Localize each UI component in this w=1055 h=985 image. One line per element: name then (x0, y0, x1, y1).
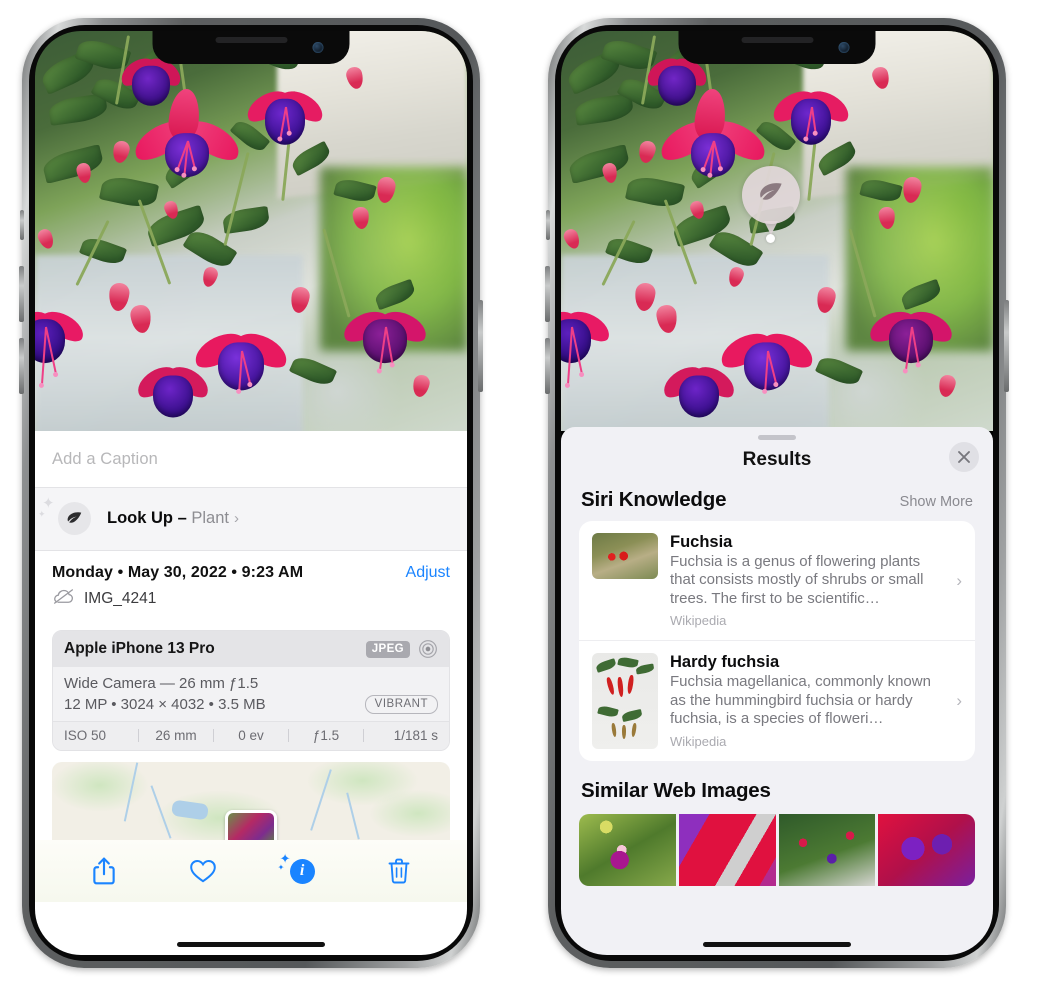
photo-viewer[interactable] (35, 31, 467, 431)
knowledge-description: Fuchsia magellanica, commonly known as t… (670, 673, 931, 728)
knowledge-title: Fuchsia (670, 533, 733, 551)
front-camera-icon-2 (838, 42, 850, 53)
leaf-icon (756, 178, 786, 213)
results-header: Results (561, 440, 993, 484)
silent-switch-2[interactable] (546, 210, 550, 240)
siri-knowledge-header: Siri Knowledge Show More (561, 484, 993, 521)
phone-left: Add a Caption ✦ ✦ Look Up – Plant › Mond… (19, 18, 483, 968)
format-badge: JPEG (365, 640, 410, 658)
home-indicator[interactable] (177, 942, 325, 947)
photo-date: Monday • May 30, 2022 • 9:23 AM (52, 564, 304, 581)
knowledge-description: Fuchsia is a genus of flowering plants t… (670, 553, 924, 607)
power-button-2[interactable] (1004, 300, 1009, 392)
chevron-right-icon: › (956, 570, 962, 590)
photographic-style-badge: VIBRANT (364, 695, 438, 714)
cloud-slash-icon (52, 588, 75, 610)
knowledge-thumbnail (592, 653, 658, 750)
close-icon[interactable] (949, 442, 979, 472)
camera-device-name: Apple iPhone 13 Pro (64, 640, 215, 657)
exif-focal-length: 26 mm (155, 728, 197, 743)
adjust-button[interactable]: Adjust (406, 564, 450, 582)
volume-down-button[interactable] (19, 338, 24, 394)
home-indicator-2[interactable] (703, 942, 851, 947)
knowledge-source: Wikipedia (670, 613, 727, 629)
volume-down-button-2[interactable] (545, 338, 550, 394)
notch (152, 31, 350, 64)
map-photo-pin (225, 810, 277, 840)
web-image-thumbnail[interactable] (878, 814, 975, 887)
look-up-row[interactable]: ✦ ✦ Look Up – Plant › (38, 496, 450, 535)
knowledge-title: Hardy fuchsia (670, 653, 780, 672)
look-up-title: Look Up (107, 509, 173, 527)
camera-lens-line: Wide Camera — 26 mm ƒ1.5 (64, 675, 259, 692)
knowledge-row[interactable]: Fuchsia Fuchsia is a genus of flowering … (579, 521, 975, 640)
volume-up-button-2[interactable] (545, 266, 550, 322)
exif-row: ISO 50 26 mm 0 ev ƒ1.5 1/181 s (53, 721, 449, 750)
phone-right: Results Siri Knowledge Show More Fuchsia… (545, 18, 1009, 968)
web-image-thumbnail[interactable] (778, 814, 876, 887)
look-up-label: Look Up – Plant (107, 509, 229, 528)
front-camera-icon (312, 42, 324, 53)
leaf-icon (58, 502, 91, 535)
knowledge-row[interactable]: Hardy fuchsia Fuchsia magellanica, commo… (579, 640, 975, 761)
silent-switch[interactable] (20, 210, 24, 240)
similar-web-images-row (561, 814, 993, 887)
volume-up-button[interactable] (19, 266, 24, 322)
screenshot-stage: Add a Caption ✦ ✦ Look Up – Plant › Mond… (0, 0, 1055, 985)
visual-look-up-badge[interactable] (742, 166, 800, 224)
exif-iso: ISO 50 (64, 728, 107, 743)
photo-viewer-2[interactable] (561, 31, 993, 431)
results-sheet: Results Siri Knowledge Show More Fuchsia… (561, 427, 993, 955)
phone-screen-right: Results Siri Knowledge Show More Fuchsia… (561, 31, 993, 955)
exif-shutter-speed: 1/181 s (393, 728, 438, 743)
photo-info-sheet: Add a Caption ✦ ✦ Look Up – Plant › Mond… (35, 431, 467, 955)
location-map-thumbnail[interactable] (52, 762, 450, 840)
camera-card-body: Wide Camera — 26 mm ƒ1.5 12 MP • 3024 × … (53, 667, 449, 721)
web-image-thumbnail[interactable] (678, 814, 776, 887)
photo-metadata: Monday • May 30, 2022 • 9:23 AM Adjust I… (35, 551, 467, 620)
caption-input[interactable]: Add a Caption (35, 431, 467, 487)
earpiece-speaker-2 (741, 37, 813, 43)
exif-aperture: ƒ1.5 (312, 728, 340, 743)
notch-2 (678, 31, 876, 64)
info-sparkle-icon[interactable]: ✦ ✦ i (278, 852, 315, 884)
share-icon[interactable] (91, 856, 117, 886)
look-up-subject: Plant (191, 509, 229, 527)
show-more-button[interactable]: Show More (900, 494, 973, 510)
look-up-section: ✦ ✦ Look Up – Plant › (35, 488, 467, 550)
siri-knowledge-card: Fuchsia Fuchsia is a genus of flowering … (579, 521, 975, 762)
similar-web-images-header: Similar Web Images (561, 761, 993, 810)
chevron-right-icon: › (956, 691, 962, 711)
power-button[interactable] (478, 300, 483, 392)
sparkle-small-icon: ✦ (38, 509, 46, 519)
photo-filename: IMG_4241 (84, 590, 157, 607)
camera-info-card[interactable]: Apple iPhone 13 Pro JPEG Wide Camera — 2… (52, 630, 450, 751)
chevron-right-icon: › (233, 510, 239, 527)
exif-exposure-value: 0 ev (238, 728, 264, 743)
camera-specs-line: 12 MP • 3024 × 4032 • 3.5 MB (64, 696, 266, 713)
trash-icon[interactable] (387, 857, 411, 885)
earpiece-speaker (215, 37, 287, 43)
knowledge-source: Wikipedia (670, 733, 727, 749)
phone-screen-left: Add a Caption ✦ ✦ Look Up – Plant › Mond… (35, 31, 467, 955)
camera-card-header: Apple iPhone 13 Pro JPEG (53, 631, 449, 667)
look-up-dash: – (173, 509, 192, 527)
raw-circle-icon (418, 639, 438, 659)
results-title: Results (742, 449, 812, 470)
photo-toolbar: ✦ ✦ i (35, 840, 467, 902)
web-image-thumbnail[interactable] (579, 814, 676, 887)
visual-look-up-anchor-dot (766, 234, 775, 243)
knowledge-thumbnail (592, 533, 658, 579)
heart-icon[interactable] (189, 858, 217, 884)
section-title: Similar Web Images (581, 779, 771, 803)
section-title: Siri Knowledge (581, 488, 727, 511)
